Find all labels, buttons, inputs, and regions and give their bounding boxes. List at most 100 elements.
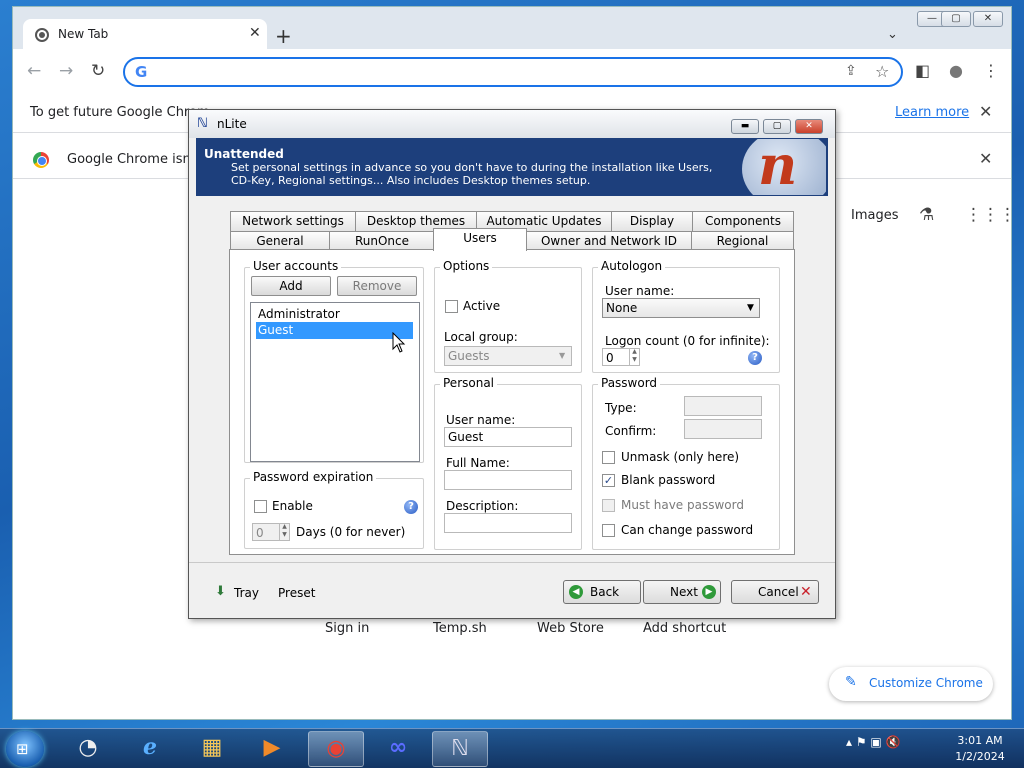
autologon-user-select[interactable]: None ▼: [602, 298, 760, 318]
bookmark-star-icon[interactable]: ☆: [875, 62, 889, 81]
tab-network-settings[interactable]: Network settings: [230, 211, 356, 231]
new-tab-button[interactable]: +: [275, 24, 292, 48]
active-checkbox[interactable]: [445, 300, 458, 313]
dialog-title-bar[interactable]: ℕ nLite ▬ ▢ ✕: [189, 110, 835, 138]
taskbar-clock-app[interactable]: ◔: [60, 731, 116, 767]
windows-logo-icon: ⊞: [16, 740, 29, 758]
list-item-administrator[interactable]: Administrator: [258, 307, 340, 321]
taskbar-nlite[interactable]: ℕ: [432, 731, 488, 767]
chrome-icon: [33, 152, 49, 168]
active-label: Active: [463, 299, 501, 313]
taskbar-internet-explorer[interactable]: ℯ: [122, 731, 178, 767]
logo-letter: n: [758, 139, 798, 195]
days-spinner[interactable]: 0 ▲ ▼: [252, 523, 290, 541]
clock-date: 1/2/2024: [955, 750, 1005, 763]
tab-components[interactable]: Components: [692, 211, 794, 231]
dialog-footer: ⬇ Tray Preset ◀ Back Next ▶ Cancel ✕: [189, 562, 835, 618]
share-icon[interactable]: ⇪: [845, 63, 857, 79]
tab-runonce[interactable]: RunOnce: [329, 231, 435, 251]
autologon-user-value: None: [606, 301, 638, 315]
cancel-label: Cancel: [758, 585, 799, 599]
help-icon[interactable]: ?: [404, 500, 418, 514]
can-change-password-checkbox[interactable]: [602, 524, 615, 537]
tab-display[interactable]: Display: [611, 211, 693, 231]
images-link[interactable]: Images: [851, 208, 899, 223]
logon-count-spinner[interactable]: 0 ▲ ▼: [602, 348, 640, 366]
logon-count-label: Logon count (0 for infinite):: [605, 334, 770, 348]
address-bar[interactable]: G ⇪ ☆: [123, 57, 903, 87]
maximize-button[interactable]: ▢: [941, 11, 971, 27]
shortcut-add[interactable]: Add shortcut: [643, 621, 726, 636]
dialog-minimize-button[interactable]: ▬: [731, 119, 759, 134]
next-button[interactable]: Next ▶: [643, 580, 721, 604]
next-arrow-icon: ▶: [702, 585, 716, 599]
password-confirm-input[interactable]: [684, 419, 762, 439]
tab-new-tab[interactable]: New Tab ✕: [23, 19, 267, 51]
list-item-guest[interactable]: Guest: [256, 322, 413, 339]
local-group-label: Local group:: [444, 330, 518, 344]
password-type-input[interactable]: [684, 396, 762, 416]
preset-button[interactable]: Preset: [278, 586, 315, 600]
tab-owner-network-id[interactable]: Owner and Network ID: [526, 231, 692, 251]
taskbar-infinity-app[interactable]: ∞: [370, 731, 426, 767]
logon-count-value: 0: [606, 351, 614, 365]
help-icon[interactable]: ?: [748, 351, 762, 365]
back-button[interactable]: ◀ Back: [563, 580, 641, 604]
spinner-arrows-icon[interactable]: ▲ ▼: [629, 348, 639, 366]
forward-icon[interactable]: →: [59, 61, 73, 81]
tab-close-icon[interactable]: ✕: [249, 25, 261, 41]
close-icon[interactable]: ✕: [979, 149, 992, 168]
apps-grid-icon[interactable]: ⋮⋮⋮: [965, 205, 1016, 225]
close-icon[interactable]: ✕: [979, 102, 992, 121]
header-subtitle: Set personal settings in advance so you …: [231, 161, 713, 187]
customize-chrome-button[interactable]: ✎ Customize Chrome: [829, 667, 993, 701]
full-name-input[interactable]: [444, 470, 572, 490]
close-button[interactable]: ✕: [973, 11, 1003, 27]
chevron-down-icon: ▼: [747, 303, 754, 313]
unmask-checkbox[interactable]: [602, 451, 615, 464]
profile-icon[interactable]: ●: [949, 61, 963, 80]
taskbar-chrome[interactable]: ◉: [308, 731, 364, 767]
add-user-button[interactable]: Add: [251, 276, 331, 296]
reload-icon[interactable]: ↻: [91, 61, 105, 81]
password-label: Password: [598, 376, 661, 390]
local-group-select[interactable]: Guests ▼: [444, 346, 572, 366]
autologon-label: Autologon: [598, 259, 666, 273]
must-have-password-checkbox[interactable]: [602, 499, 615, 512]
system-clock[interactable]: 3:01 AM 1/2/2024: [950, 733, 1010, 765]
blank-password-checkbox[interactable]: ✓: [602, 474, 615, 487]
enable-label: Enable: [272, 499, 313, 513]
user-accounts-list[interactable]: Administrator Guest: [250, 302, 420, 462]
start-button[interactable]: ⊞: [6, 731, 44, 767]
back-label: Back: [590, 585, 620, 599]
dialog-close-button[interactable]: ✕: [795, 119, 823, 134]
infobar-text: Google Chrome isn't: [67, 152, 200, 167]
shortcut-web-store[interactable]: Web Store: [537, 621, 604, 636]
learn-more-link[interactable]: Learn more: [895, 105, 969, 120]
tab-general[interactable]: General: [230, 231, 330, 251]
system-tray-icons[interactable]: ▴ ⚑ ▣ 🔇: [846, 735, 901, 749]
taskbar-media-player[interactable]: ▶: [244, 731, 300, 767]
shortcut-sign-in[interactable]: Sign in: [325, 621, 369, 636]
side-panel-icon[interactable]: ◧: [915, 61, 930, 80]
tab-regional[interactable]: Regional: [691, 231, 794, 251]
description-input[interactable]: [444, 513, 572, 533]
menu-icon[interactable]: ⋮: [983, 61, 999, 80]
cancel-button[interactable]: Cancel ✕: [731, 580, 819, 604]
enable-expiration-checkbox[interactable]: [254, 500, 267, 513]
remove-user-button[interactable]: Remove: [337, 276, 417, 296]
shortcut-temp-sh[interactable]: Temp.sh: [433, 621, 487, 636]
back-icon[interactable]: ←: [27, 61, 41, 81]
nlite-dialog: ℕ nLite ▬ ▢ ✕ Unattended Set personal se…: [188, 109, 836, 619]
tab-users[interactable]: Users: [433, 228, 527, 251]
labs-icon[interactable]: ⚗: [919, 205, 934, 225]
dialog-maximize-button[interactable]: ▢: [763, 119, 791, 134]
tray-button[interactable]: Tray: [234, 586, 259, 600]
full-name-label: Full Name:: [446, 456, 510, 470]
tab-search-icon[interactable]: ⌄: [887, 27, 898, 42]
chevron-down-icon: ▼: [559, 351, 566, 360]
taskbar-file-explorer[interactable]: ▦: [184, 731, 240, 767]
mouse-cursor-icon: [392, 332, 406, 353]
spinner-arrows-icon[interactable]: ▲ ▼: [279, 523, 289, 541]
user-name-input[interactable]: Guest: [444, 427, 572, 447]
